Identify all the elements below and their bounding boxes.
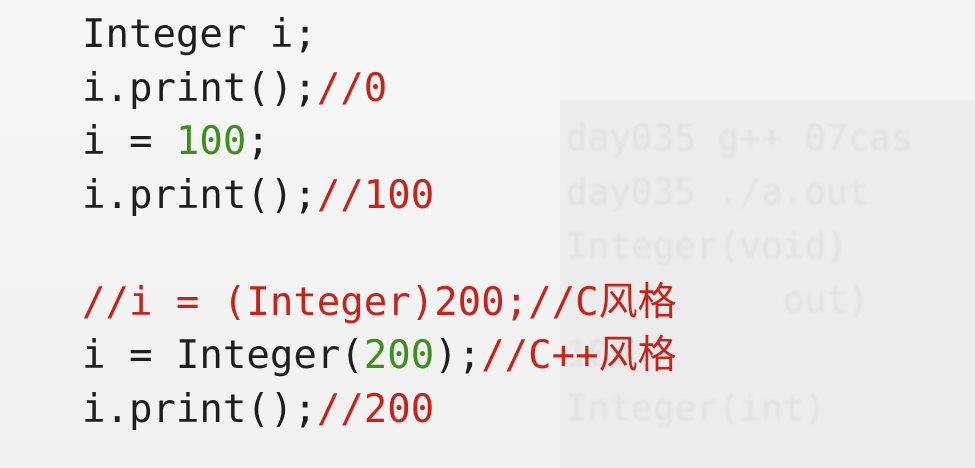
code-token: i.print(); [82, 172, 317, 218]
code-comment: //C++风格 [481, 333, 677, 378]
code-number: 200 [363, 333, 435, 378]
code-token: ); [434, 333, 482, 378]
code-line: i.print();//200 [82, 383, 677, 437]
code-token: i.print(); [82, 386, 317, 432]
code-token: i.print(); [82, 65, 317, 111]
code-comment: //i = (Integer)200;//C风格 [82, 279, 677, 325]
code-line: i.print();//100 [82, 169, 677, 223]
code-line: i = Integer(200);//C++风格 [82, 329, 677, 383]
code-editor: Integer i; i.print();//0 i = 100; i.print()… [82, 8, 677, 436]
code-comment: //100 [316, 172, 435, 218]
code-comment: //0 [316, 65, 388, 111]
code-token: ; [246, 119, 270, 164]
code-token: Integer i; [82, 12, 317, 57]
code-line: i.print();//0 [82, 62, 677, 116]
code-line: //i = (Integer)200;//C风格 [82, 276, 677, 330]
code-token: i = [82, 119, 176, 164]
code-number: 100 [175, 119, 247, 164]
code-comment: //200 [316, 386, 435, 432]
code-token: i = Integer( [82, 333, 364, 378]
code-line: Integer i; [82, 8, 677, 62]
code-line: i = 100; [82, 115, 677, 169]
